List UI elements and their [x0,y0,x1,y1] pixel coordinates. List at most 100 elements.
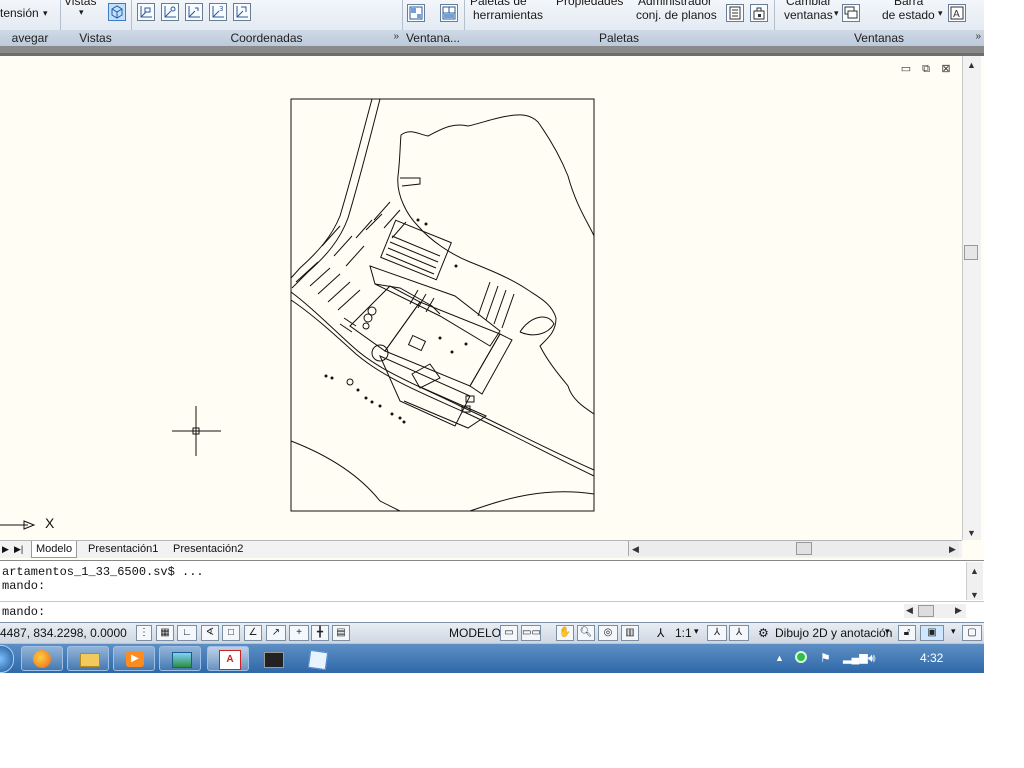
dynamic-input-icon[interactable]: + [289,625,309,641]
taskbar-explorer[interactable] [67,646,109,671]
lineweight-icon[interactable]: ╋ [311,625,329,641]
tool-palettes-label-2: herramientas [473,8,544,22]
pan-icon[interactable]: ✋ [556,625,574,641]
volume-icon[interactable]: 🔊︎ [868,651,876,666]
status-bar: 4487, 834.2298, 0.0000 ⋮ ▦ ∟ ∢ □ ∠ ↗ + ╋… [0,622,984,644]
grid-display-icon[interactable]: ▦ [156,625,174,641]
scroll-right-icon[interactable]: ▶ [949,544,956,555]
taskbar-firefox[interactable] [21,646,63,671]
status-bar-label-1: Barra [894,0,924,8]
ribbon-separator [0,46,984,53]
panel-title-navegar: avegar [0,30,60,46]
workspace-switcher[interactable]: Dibujo 2D y anotación [775,626,892,640]
tab-nav-last-icon[interactable]: ▶| [10,541,27,557]
firefox-icon [33,650,51,668]
tab-modelo[interactable]: Modelo [31,541,78,558]
scroll-up-icon[interactable]: ▲ [967,60,976,70]
command-window[interactable]: artamentos_1_33_6500.sv$ ... mando: mand… [0,561,984,623]
quick-properties-icon[interactable]: ▤ [332,625,350,641]
workspace-dropdown-icon[interactable]: ▾ [885,626,890,637]
drawing-horizontal-scrollbar[interactable] [628,541,959,556]
network-signal-icon[interactable]: ▂▄▆ [843,651,868,664]
drawing-vertical-scrollbar[interactable] [962,56,981,540]
status-menu-dropdown-icon[interactable]: ▾ [951,626,956,637]
steering-wheel-icon[interactable]: ◎ [598,625,618,641]
ucs-icon[interactable] [137,3,155,21]
drawing-canvas[interactable] [0,56,962,540]
annotation-scale-dropdown-icon[interactable]: ▾ [694,626,699,637]
clean-screen-icon[interactable]: ▢ [962,625,982,641]
status-bar-dropdown-icon[interactable]: ▾ [938,6,943,20]
extension-dropdown[interactable]: tensión [0,6,39,20]
sheet-set-icon[interactable] [726,4,744,22]
command-prompt[interactable]: mando: [2,605,45,619]
panel-title-vistas: Vistas [60,30,131,46]
panel-title-paletas: Paletas [464,30,774,46]
auto-scale-icon[interactable]: ⅄ [729,625,749,641]
command-scroll-thumb[interactable] [918,605,934,617]
taskbar-photo-gallery[interactable] [159,646,201,671]
switch-windows-label-2: ventanas [784,8,833,22]
snap-mode-icon[interactable]: ⋮ [136,625,152,641]
cascade-windows-icon[interactable] [842,4,860,22]
ribbon: tensión ▾ avegar Vistas ▾ Vistas 3 Coord… [0,0,984,47]
coordinates-readout[interactable]: 4487, 834.2298, 0.0000 [0,626,127,640]
annotation-visibility-icon[interactable]: ⅄ [707,625,727,641]
ucs-previous-icon[interactable] [185,3,203,21]
vistas-dropdown-arrow-icon[interactable]: ▾ [79,5,84,19]
taskbar-autocad[interactable]: A [207,646,249,671]
osnap-tracking-icon[interactable]: ∠ [244,625,262,641]
svg-text:A: A [953,9,960,20]
taskbar-media-player[interactable]: ▶ [113,646,155,671]
text-window-icon[interactable]: A [948,4,966,22]
taskbar-app-6[interactable] [253,646,293,671]
action-center-flag-icon[interactable]: ⚑ [820,651,831,665]
zoom-icon[interactable]: 🔍︎ [577,625,595,641]
x-axis-label: X [45,515,55,531]
markup-set-icon[interactable] [750,4,768,22]
start-orb-icon[interactable] [0,645,14,673]
polar-tracking-icon[interactable]: ∢ [201,625,219,641]
taskbar-clock[interactable]: 4:32 [920,651,943,665]
ortho-mode-icon[interactable]: ∟ [177,625,197,641]
ucs-3point-icon[interactable]: 3 [209,3,227,21]
command-history-line-1: artamentos_1_33_6500.sv$ ... [2,565,204,579]
tab-presentacion1[interactable]: Presentación1 [84,541,162,557]
quick-view-drawings-icon[interactable]: ▭▭ [521,625,541,641]
tab-presentacion2[interactable]: Presentación2 [169,541,247,557]
hardware-acceleration-icon[interactable]: ▣ [920,625,944,641]
command-scroll-right-icon[interactable]: ▶ [955,605,962,616]
ventanas-launcher-icon[interactable]: » [975,31,981,42]
properties-button[interactable]: Propiedades [556,0,623,8]
media-player-icon: ▶ [126,651,144,667]
scroll-left-icon[interactable]: ◀ [632,544,639,555]
switch-windows-dropdown-icon[interactable]: ▾ [834,6,839,20]
object-snap-icon[interactable]: □ [222,625,240,641]
command-scroll-up-icon[interactable]: ▲ [970,566,979,576]
annotation-scale-value[interactable]: 1:1 [675,626,692,640]
workspace-gear-icon[interactable]: ⚙ [758,626,769,640]
site-plan [290,98,595,512]
ucs-object-icon[interactable] [233,3,251,21]
command-scroll-down-icon[interactable]: ▼ [970,590,979,600]
scroll-down-icon[interactable]: ▼ [967,528,976,538]
dynamic-ucs-icon[interactable]: ↗ [266,625,286,641]
lock-toolbars-icon[interactable]: 🔓︎ [898,625,916,641]
horizontal-scroll-thumb[interactable] [796,542,812,555]
view-cube-icon[interactable] [108,3,126,21]
quick-view-layouts-icon[interactable]: ▭ [500,625,518,641]
viewport-layout-icon[interactable] [407,4,425,22]
panel-ventanas: Cambiar ventanas ▾ Barra de estado ▾ A V… [774,0,984,46]
taskbar-app-7[interactable] [298,646,338,671]
model-space-toggle[interactable]: MODELO [449,626,501,640]
vertical-scroll-thumb[interactable] [964,245,978,260]
show-hidden-icons-icon[interactable]: ▲ [775,653,784,663]
panel-title-coordenadas: Coordenadas [131,30,402,46]
viewport-join-icon[interactable] [440,4,458,22]
command-scroll-left-icon[interactable]: ◀ [906,605,913,616]
tray-status-icon[interactable] [795,651,807,663]
dropdown-arrow-icon[interactable]: ▾ [43,6,48,20]
showmotion-icon[interactable]: ▥ [621,625,639,641]
ucs-world-icon[interactable] [161,3,179,21]
panel-launcher-icon[interactable]: » [393,31,399,42]
